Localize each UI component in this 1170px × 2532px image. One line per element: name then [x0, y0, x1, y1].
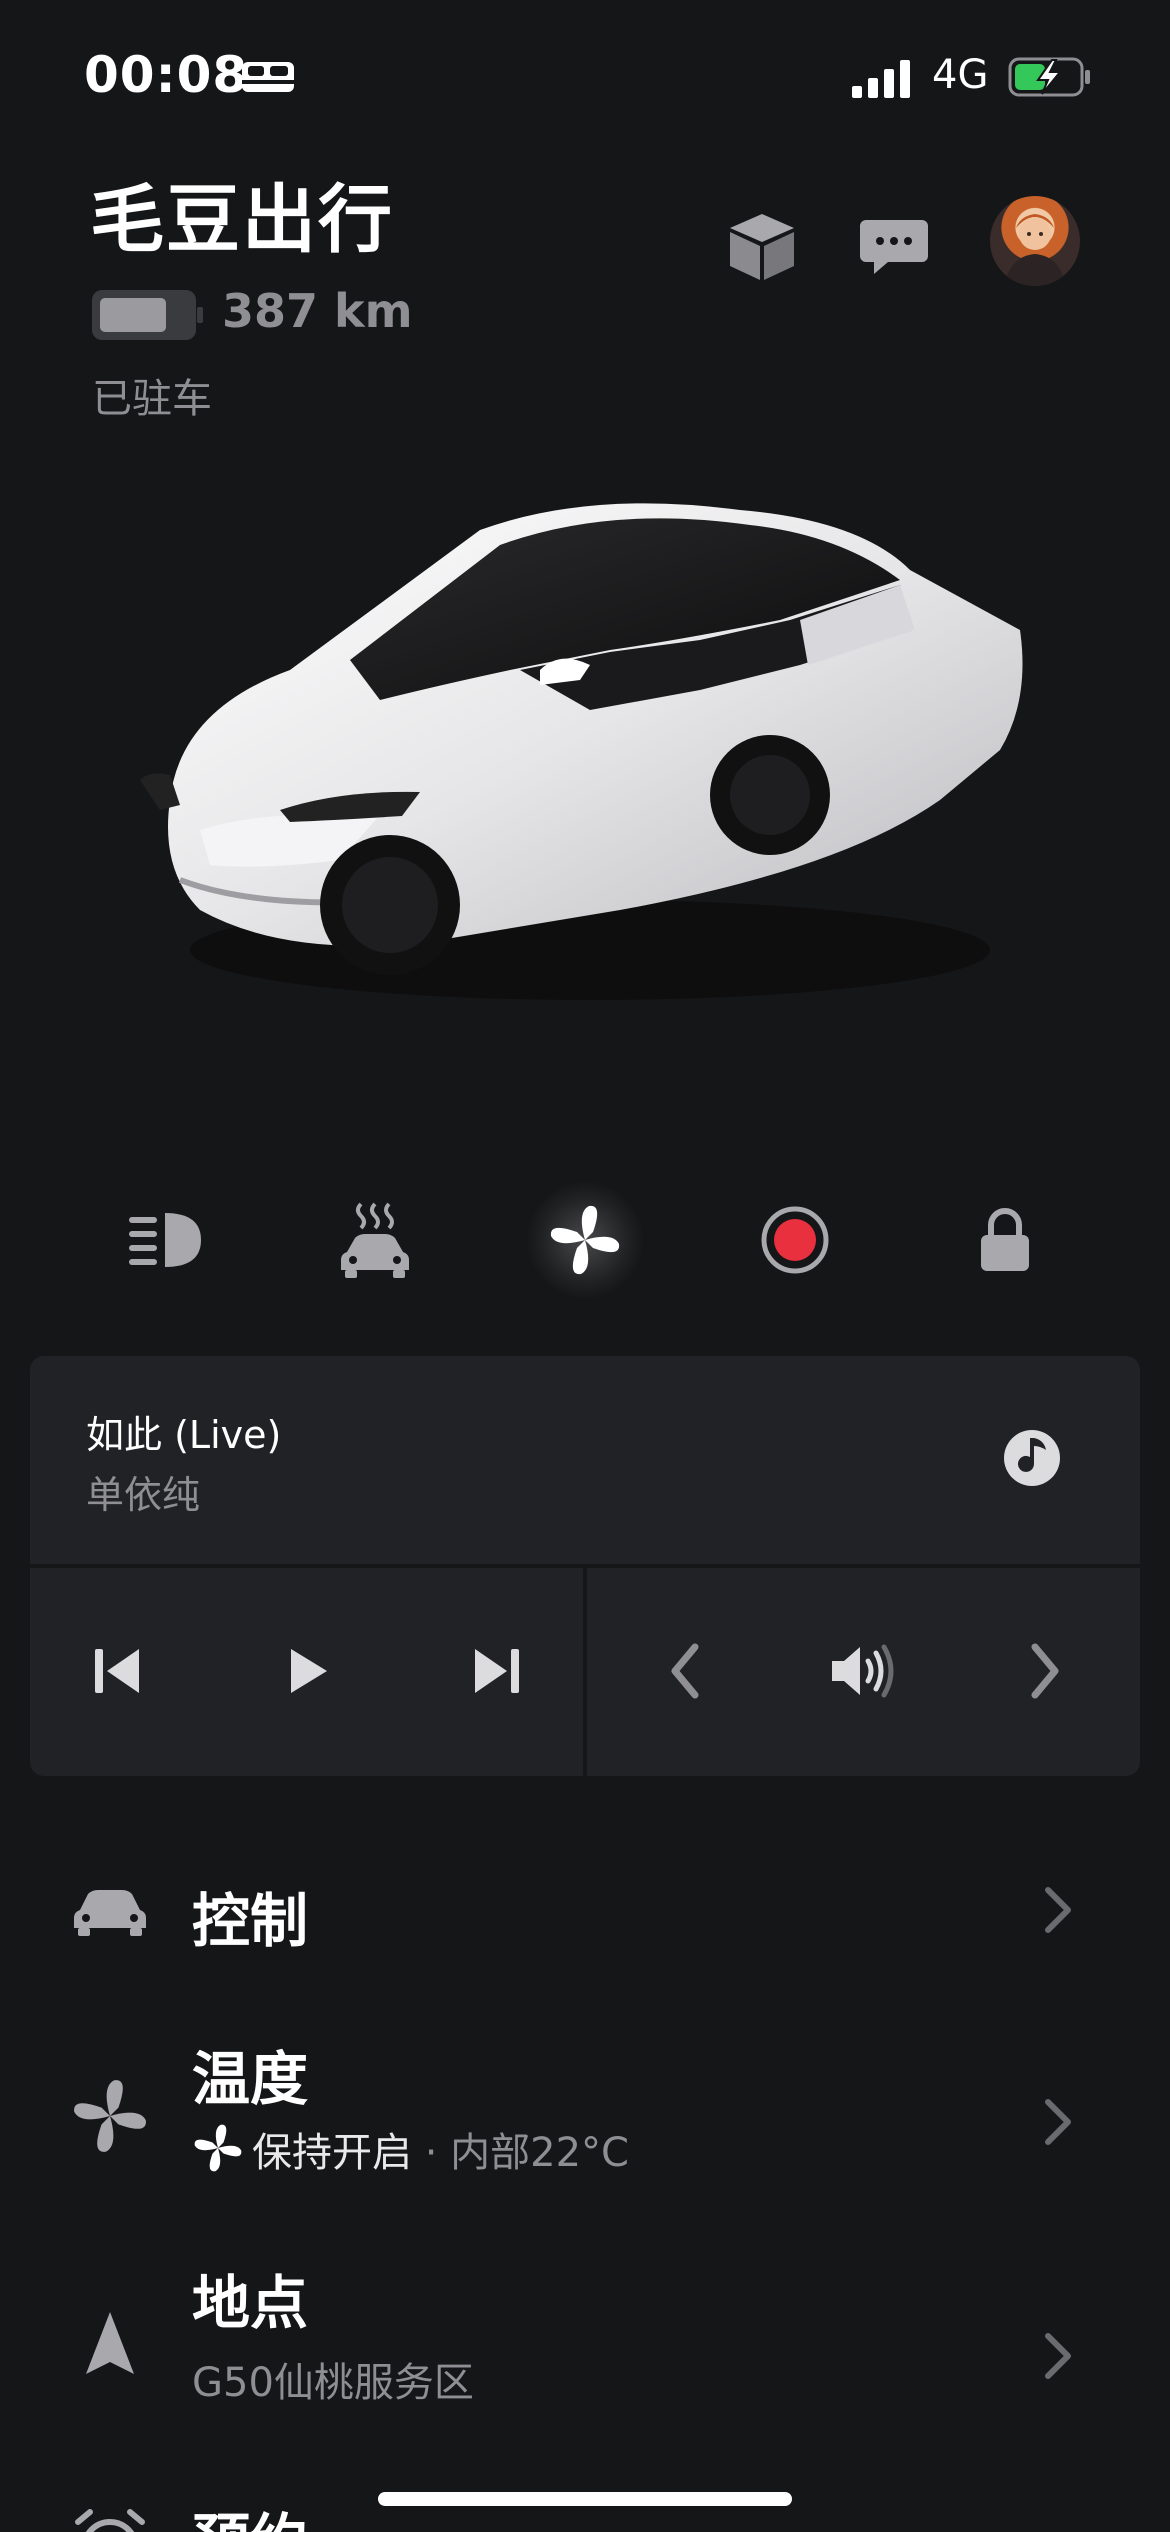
play-icon [291, 1649, 327, 1693]
play-button[interactable] [252, 1616, 362, 1726]
fan-icon [74, 2080, 146, 2152]
volume-up-button[interactable] [990, 1616, 1100, 1726]
fan-icon [194, 2124, 242, 2172]
network-label: 4G [932, 52, 989, 98]
park-status: 已驻车 [92, 376, 212, 422]
location-place: G50仙桃服务区 [192, 2360, 474, 2406]
sleep-icon [242, 62, 294, 92]
cube-icon[interactable] [722, 206, 802, 286]
fan-icon [550, 1205, 620, 1275]
climate-fan-button[interactable] [525, 1180, 645, 1300]
navigation-arrow-icon [86, 2312, 134, 2374]
signal-icon [852, 60, 910, 98]
volume-down-button[interactable] [630, 1616, 740, 1726]
home-indicator[interactable] [378, 2492, 792, 2506]
volume-icon [832, 1644, 894, 1698]
chevron-right-icon [1045, 2099, 1071, 2145]
lock-icon [981, 1208, 1029, 1271]
media-player-card: 如此 (Live) 单依纯 [30, 1356, 1140, 1776]
lock-button[interactable] [945, 1180, 1065, 1300]
headlight-button[interactable] [105, 1180, 225, 1300]
battery-charging-icon [1008, 57, 1090, 97]
climate-interior-temp: · 内部22°C [412, 2130, 629, 2176]
range-text: 387 km [222, 284, 413, 338]
chevron-right-icon [1045, 2333, 1071, 2379]
avatar[interactable] [990, 196, 1080, 286]
next-track-button[interactable] [442, 1616, 552, 1726]
defrost-car-button[interactable] [315, 1180, 435, 1300]
song-title: 如此 (Live) [86, 1413, 282, 1457]
menu-title-schedule: 预约 [192, 2494, 308, 2532]
chevron-left-icon [671, 1643, 699, 1699]
chevron-right-icon [1045, 1887, 1071, 1933]
skip-forward-icon [475, 1649, 519, 1693]
defrost-car-icon [341, 1202, 409, 1278]
car-icon [74, 1890, 146, 1936]
menu-item-climate[interactable]: 温度 保持开启 · 内部22°C [0, 2020, 1170, 2200]
music-source-icon[interactable] [1000, 1426, 1064, 1490]
menu-title-climate: 温度 [192, 2045, 309, 2113]
status-time: 00:08 [84, 46, 249, 104]
now-playing[interactable]: 如此 (Live) 单依纯 [30, 1356, 1140, 1564]
chevron-right-icon [1031, 1643, 1059, 1699]
car-image [140, 503, 1023, 1000]
climate-status: 保持开启 · 内部22°C [192, 2120, 629, 2178]
previous-track-button[interactable] [62, 1616, 172, 1726]
headlight-icon [129, 1213, 201, 1267]
menu-title-control: 控制 [192, 1887, 309, 1955]
menu-title-location: 地点 [192, 2269, 309, 2337]
menu-item-location[interactable]: 地点 G50仙桃服务区 [0, 2246, 1170, 2426]
record-button[interactable] [735, 1180, 855, 1300]
song-artist: 单依纯 [86, 1473, 201, 1517]
media-divider [583, 1568, 587, 1776]
battery-level-icon [92, 290, 203, 340]
message-icon[interactable] [854, 206, 934, 286]
menu-item-control[interactable]: 控制 [0, 1850, 1170, 1970]
record-icon [761, 1206, 829, 1274]
climate-keep-on: 保持开启 [252, 2130, 412, 2176]
car-name[interactable]: 毛豆出行 [90, 160, 394, 267]
alarm-icon [75, 2509, 145, 2532]
volume-button[interactable] [808, 1616, 918, 1726]
menu-item-schedule[interactable]: 预约 [0, 2480, 1170, 2532]
skip-back-icon [95, 1649, 139, 1693]
